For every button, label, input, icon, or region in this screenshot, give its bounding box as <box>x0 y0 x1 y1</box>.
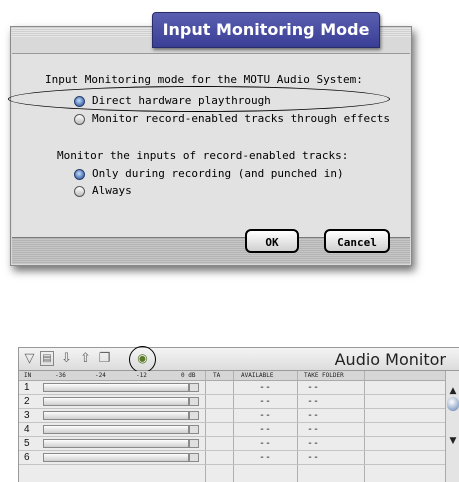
level-meter <box>43 411 189 420</box>
scroll-thumb[interactable] <box>447 397 459 411</box>
arrow-up-icon[interactable]: ⇧ <box>78 351 93 366</box>
scroll-up-arrow-icon[interactable]: ▲ <box>446 385 459 397</box>
table-row[interactable]: 3 -- -- <box>19 409 446 423</box>
dialog-body: Input Monitoring mode for the MOTU Audio… <box>12 53 410 239</box>
table-row[interactable]: 2 -- -- <box>19 395 446 409</box>
meter-clip <box>189 453 199 462</box>
available-cell: -- <box>259 396 272 407</box>
table-row[interactable]: 5 -- -- <box>19 437 446 451</box>
available-cell: -- <box>259 438 272 449</box>
level-meter <box>43 425 189 434</box>
col-ta: TA <box>213 372 221 379</box>
vertical-scrollbar[interactable]: ▲ ▼ <box>445 371 459 482</box>
audio-monitor-window: ▽ ▤ ⇩ ⇧ ❐ ◉ Audio Monitor IN -36 -24 -12… <box>18 346 459 482</box>
col-scale-24: -24 <box>95 372 106 379</box>
radio-always[interactable] <box>74 186 85 197</box>
radio-only-during-recording-label[interactable]: Only during recording (and punched in) <box>92 167 344 180</box>
available-cell: -- <box>259 410 272 421</box>
highlight-circle <box>129 346 156 373</box>
take-folder-cell: -- <box>307 382 320 393</box>
take-folder-cell: -- <box>307 452 320 463</box>
row-number: 1 <box>24 382 30 393</box>
radio-monitor-effects[interactable] <box>74 114 85 125</box>
arrow-down-icon[interactable]: ⇩ <box>59 351 74 366</box>
col-in: IN <box>24 372 32 379</box>
col-scale-12: -12 <box>136 372 147 379</box>
level-meter <box>43 439 189 448</box>
group1-label: Input Monitoring mode for the MOTU Audio… <box>45 73 363 86</box>
radio-always-label[interactable]: Always <box>92 184 132 197</box>
meter-clip <box>189 411 199 420</box>
cancel-button[interactable]: Cancel <box>324 229 390 253</box>
row-number: 3 <box>24 410 30 421</box>
monitor-title: Audio Monitor <box>334 350 446 369</box>
col-take-folder: TAKE FOLDER <box>304 372 344 379</box>
scroll-down-arrow-icon[interactable]: ▼ <box>446 435 459 447</box>
col-scale-36: -36 <box>55 372 66 379</box>
ok-button[interactable]: OK <box>245 229 299 253</box>
radio-monitor-effects-label[interactable]: Monitor record-enabled tracks through ef… <box>92 112 390 125</box>
take-folder-cell: -- <box>307 410 320 421</box>
level-meter <box>43 397 189 406</box>
take-folder-cell: -- <box>307 396 320 407</box>
row-number: 4 <box>24 424 30 435</box>
triangle-down-icon[interactable]: ▽ <box>22 351 37 366</box>
table-row[interactable]: 1 -- -- <box>19 381 446 395</box>
input-monitoring-dialog: Input Monitoring mode for the MOTU Audio… <box>10 26 412 266</box>
col-available: AVAILABLE <box>241 372 274 379</box>
radio-only-during-recording[interactable] <box>74 169 85 180</box>
table-row[interactable]: 6 -- -- <box>19 451 446 465</box>
available-cell: -- <box>259 382 272 393</box>
level-meter <box>43 453 189 462</box>
take-folder-cell: -- <box>307 424 320 435</box>
windows-icon[interactable]: ❐ <box>97 351 112 366</box>
level-meter <box>43 383 189 392</box>
group2-label: Monitor the inputs of record-enabled tra… <box>57 149 349 162</box>
meter-clip <box>189 383 199 392</box>
meter-clip <box>189 439 199 448</box>
available-cell: -- <box>259 424 272 435</box>
dialog-title: Input Monitoring Mode <box>152 12 380 48</box>
available-cell: -- <box>259 452 272 463</box>
monitor-toolbar: ▽ ▤ ⇩ ⇧ ❐ ◉ Audio Monitor <box>19 348 459 371</box>
take-folder-cell: -- <box>307 438 320 449</box>
row-number: 2 <box>24 396 30 407</box>
row-number: 6 <box>24 452 30 463</box>
row-number: 5 <box>24 438 30 449</box>
table-row[interactable]: 4 -- -- <box>19 423 446 437</box>
document-icon[interactable]: ▤ <box>40 351 54 366</box>
meter-clip <box>189 425 199 434</box>
col-scale-0db: 0 dB <box>181 372 196 379</box>
meter-clip <box>189 397 199 406</box>
highlight-ellipse <box>8 86 390 112</box>
